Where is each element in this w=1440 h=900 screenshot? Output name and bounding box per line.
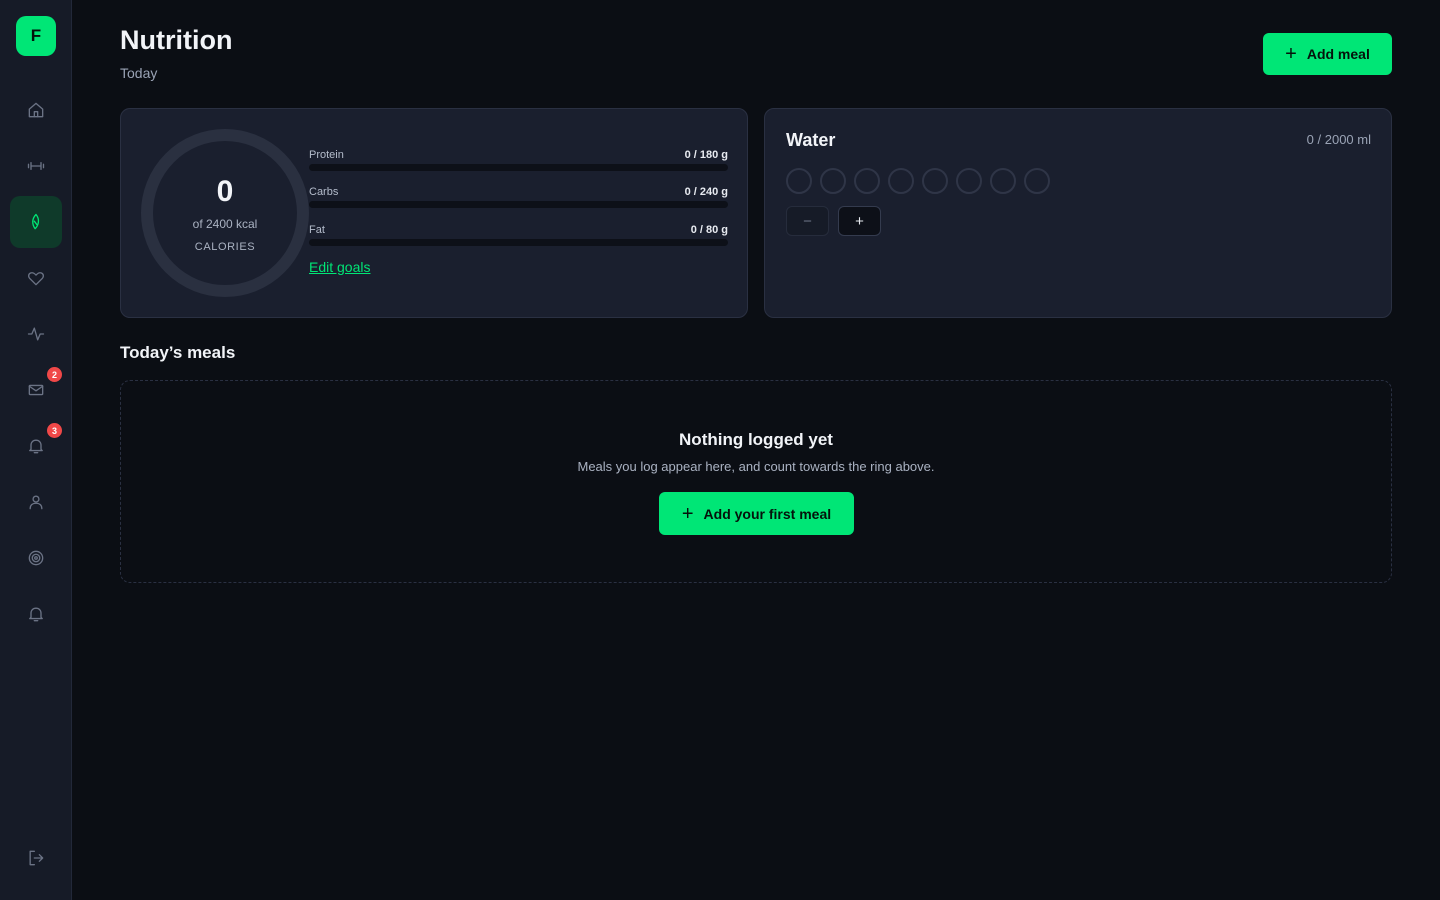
home-icon bbox=[28, 102, 44, 118]
water-cup[interactable] bbox=[820, 168, 846, 194]
macro-value: 0 / 240 g bbox=[684, 186, 728, 198]
macro-name: Fat bbox=[309, 224, 325, 236]
water-title: Water bbox=[786, 130, 836, 150]
sidebar-item-profile[interactable] bbox=[10, 476, 62, 528]
page-subtitle: Today bbox=[120, 65, 158, 81]
plus-icon: + bbox=[1285, 43, 1297, 65]
add-meal-button[interactable]: + Add meal bbox=[1263, 33, 1392, 75]
calorie-summary: 0 of 2400 kcal CALORIES bbox=[141, 129, 309, 297]
mail-icon bbox=[28, 384, 44, 396]
user-icon bbox=[29, 495, 43, 510]
macro-progress-bar bbox=[309, 239, 728, 246]
calorie-goal: of 2400 kcal bbox=[192, 217, 258, 231]
sidebar-item-activity[interactable] bbox=[10, 308, 62, 360]
macro-protein: Protein 0 / 180 g bbox=[309, 149, 728, 171]
water-cup[interactable] bbox=[990, 168, 1016, 194]
notification-badge: 3 bbox=[47, 423, 62, 438]
sidebar-item-goals[interactable] bbox=[10, 532, 62, 584]
sidebar-item-home[interactable] bbox=[10, 84, 62, 136]
page-title: Nutrition bbox=[120, 25, 233, 55]
notification-badge: 2 bbox=[47, 367, 62, 382]
edit-goals-link[interactable]: Edit goals bbox=[309, 259, 370, 275]
water-amount: 0 / 2000 ml bbox=[1306, 132, 1371, 147]
calories-card: 0 of 2400 kcal CALORIES Protein 0 / 180 … bbox=[120, 108, 748, 318]
macro-fat: Fat 0 / 80 g bbox=[309, 224, 728, 246]
empty-state-description: Meals you log appear here, and count tow… bbox=[577, 459, 935, 474]
dumbbell-icon bbox=[27, 162, 45, 170]
sidebar-item-workouts[interactable] bbox=[10, 140, 62, 192]
macro-carbs: Carbs 0 / 240 g bbox=[309, 186, 728, 208]
water-card: Water 0 / 2000 ml − + bbox=[764, 108, 1392, 318]
calorie-value: 0 bbox=[216, 175, 234, 208]
macro-value: 0 / 80 g bbox=[690, 224, 728, 236]
add-meal-label: Add meal bbox=[1306, 46, 1370, 62]
water-cups bbox=[786, 168, 1050, 194]
plus-icon: + bbox=[681, 502, 694, 525]
leaf-icon bbox=[32, 213, 40, 230]
water-cup[interactable] bbox=[786, 168, 812, 194]
empty-state-title: Nothing logged yet bbox=[679, 430, 833, 449]
water-cup[interactable] bbox=[922, 168, 948, 194]
calorie-label: CALORIES bbox=[194, 241, 256, 253]
macro-name: Protein bbox=[309, 149, 344, 161]
sidebar-item-nutrition[interactable] bbox=[10, 196, 62, 248]
macro-name: Carbs bbox=[309, 186, 339, 198]
water-cup[interactable] bbox=[1024, 168, 1050, 194]
water-cup[interactable] bbox=[888, 168, 914, 194]
water-decrement-button[interactable]: − bbox=[786, 206, 829, 236]
heart-icon bbox=[28, 272, 44, 286]
add-first-meal-label: Add your first meal bbox=[703, 505, 832, 522]
app-logo[interactable]: F bbox=[16, 16, 56, 56]
water-increment-button[interactable]: + bbox=[838, 206, 881, 236]
meals-section-title: Today’s meals bbox=[120, 343, 236, 362]
logout-icon bbox=[29, 850, 44, 866]
sidebar-item-health[interactable] bbox=[10, 252, 62, 304]
water-cup[interactable] bbox=[854, 168, 880, 194]
bell-icon bbox=[29, 607, 43, 622]
bell-icon bbox=[29, 439, 43, 454]
macro-progress-bar bbox=[309, 164, 728, 171]
target-icon bbox=[28, 550, 44, 566]
water-cup[interactable] bbox=[956, 168, 982, 194]
meals-empty-state: Nothing logged yet Meals you log appear … bbox=[120, 380, 1392, 583]
macro-value: 0 / 180 g bbox=[684, 149, 728, 161]
sidebar: F 2 3 bbox=[0, 0, 72, 900]
sidebar-item-messages[interactable]: 2 bbox=[10, 364, 62, 416]
macro-progress-bar bbox=[309, 201, 728, 208]
logout-button[interactable] bbox=[10, 832, 62, 884]
sidebar-item-notifications[interactable]: 3 bbox=[10, 420, 62, 472]
sidebar-item-reminders[interactable] bbox=[10, 588, 62, 640]
add-first-meal-button[interactable]: + Add your first meal bbox=[659, 492, 854, 535]
activity-icon bbox=[27, 327, 45, 341]
